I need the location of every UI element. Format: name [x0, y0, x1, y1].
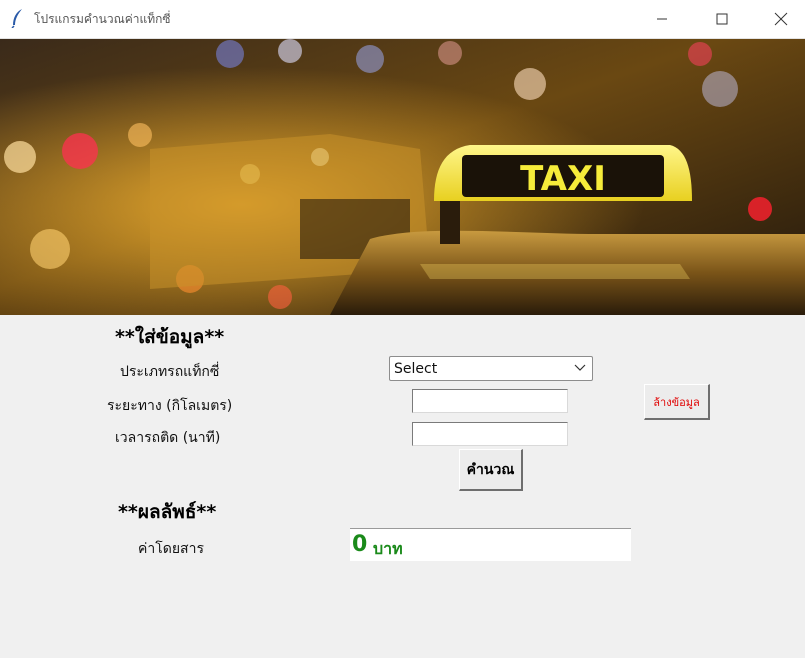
taxi-type-label: ประเภทรถแท็กซี่: [120, 364, 220, 380]
taxi-sign-text: TAXI: [520, 159, 606, 199]
clear-button[interactable]: ล้างข้อมูล: [644, 384, 710, 420]
taxi-banner-image: TAXI: [0, 39, 805, 315]
traffic-time-input[interactable]: [412, 422, 568, 446]
traffic-time-label: เวลารถติด (นาที): [115, 430, 221, 446]
chevron-down-icon: [574, 364, 586, 371]
window-title: โปรแกรมคำนวณค่าแท็กซี่: [34, 12, 171, 26]
fare-result-box: 0 บาท: [350, 528, 631, 561]
taxi-type-value: Select: [394, 361, 438, 377]
fare-label: ค่าโดยสาร: [138, 541, 204, 557]
feather-icon: [11, 9, 22, 28]
close-icon[interactable]: [766, 8, 796, 30]
minimize-icon[interactable]: [647, 8, 677, 30]
distance-input[interactable]: [412, 389, 568, 413]
distance-label: ระยะทาง (กิโลเมตร): [107, 398, 233, 414]
fare-unit: บาท: [373, 539, 403, 558]
input-heading: **ใส่ข้อมูล**: [115, 326, 225, 348]
maximize-icon[interactable]: [707, 8, 737, 30]
result-heading: **ผลลัพธ์**: [118, 501, 217, 523]
calculate-button[interactable]: คำนวณ: [459, 449, 523, 491]
taxi-type-select[interactable]: Select: [389, 356, 593, 381]
title-bar: โปรแกรมคำนวณค่าแท็กซี่: [0, 0, 805, 39]
fare-value: 0: [352, 532, 368, 557]
